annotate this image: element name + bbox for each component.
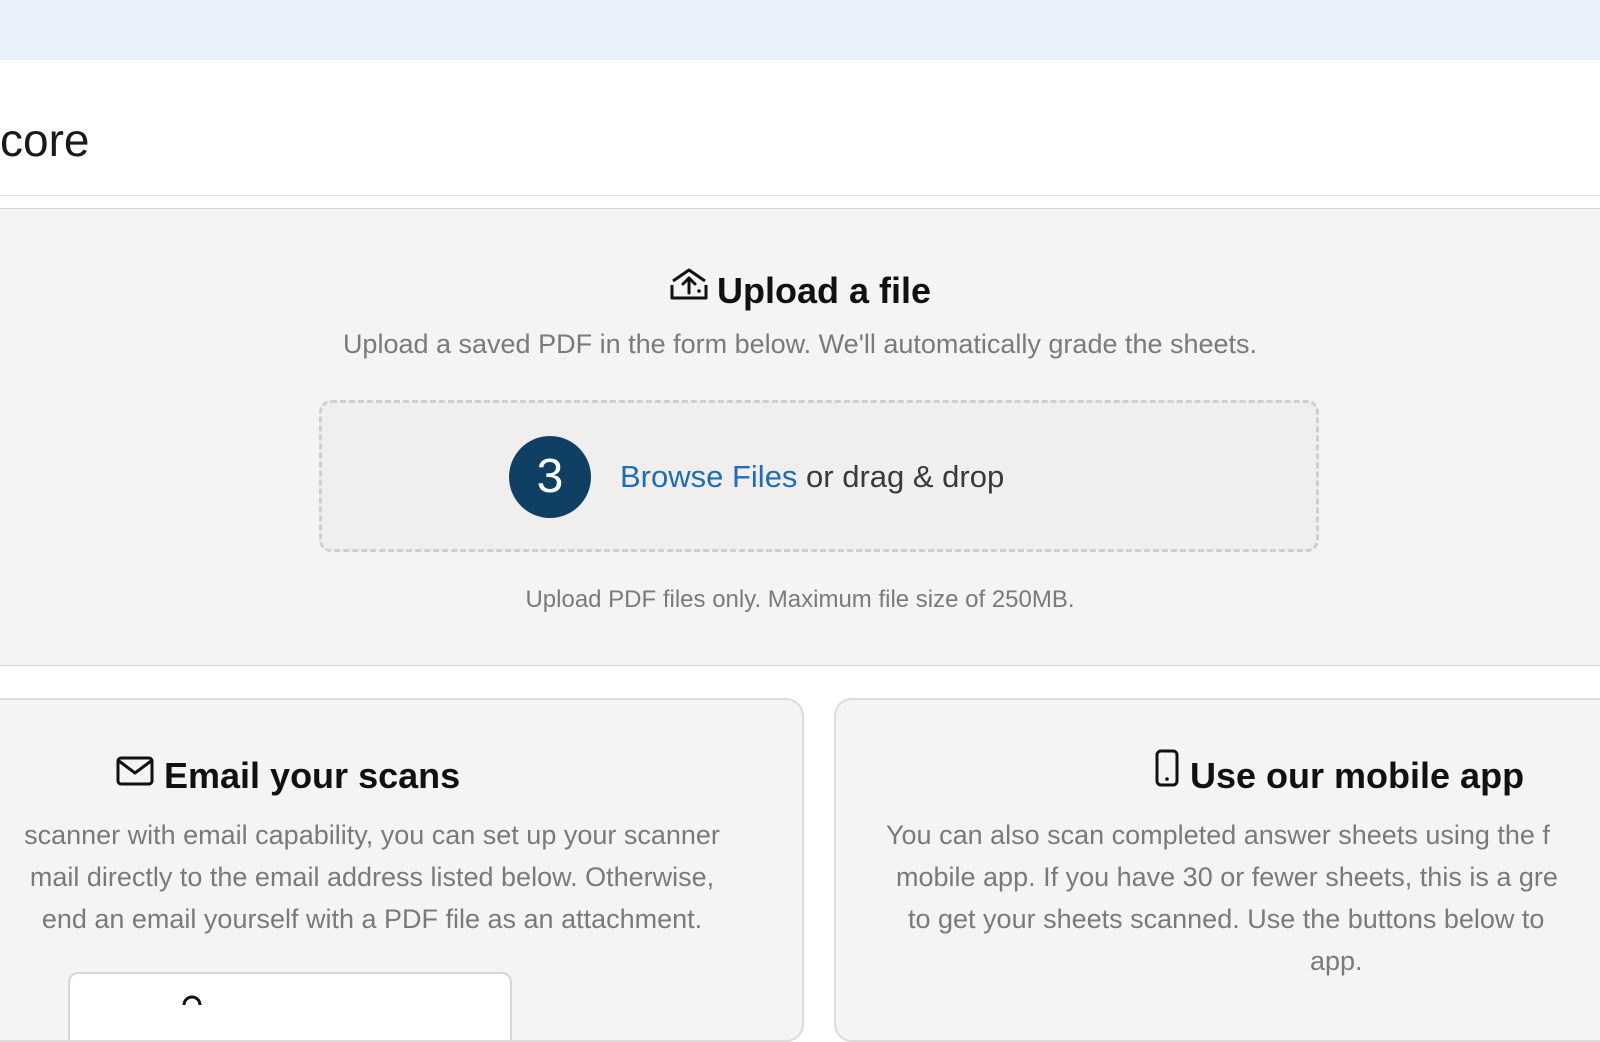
browse-files-link[interactable]: Browse Files [620, 459, 797, 494]
mobile-card-body: You can also scan completed answer sheet… [836, 814, 1600, 982]
phone-icon [1154, 749, 1180, 799]
email-card-line: scanner with email capability, you can s… [24, 820, 720, 850]
email-card: Email your scans scanner with email capa… [0, 698, 804, 1042]
email-address-button[interactable] [68, 972, 512, 1040]
upload-heading-text: Upload a file [716, 270, 932, 311]
mobile-card-line: You can also scan completed answer sheet… [886, 820, 1550, 850]
email-card-line: end an email yourself with a PDF file as… [41, 904, 703, 934]
mobile-card-title: Use our mobile app [1190, 755, 1525, 796]
drag-drop-text: or drag & drop [797, 459, 1005, 494]
upload-icon [669, 265, 709, 313]
mobile-card-line: app. [1310, 946, 1363, 976]
dropzone-text: Browse Files or drag & drop [620, 458, 1004, 496]
upload-description: Upload a saved PDF in the form below. We… [342, 329, 1258, 359]
email-card-body: scanner with email capability, you can s… [0, 814, 772, 940]
page-title: core [0, 114, 90, 166]
mobile-card-line: mobile app. If you have 30 or fewer shee… [896, 862, 1558, 892]
upload-section: Upload a file Upload a saved PDF in the … [0, 208, 1600, 666]
mobile-card-line: to get your sheets scanned. Use the butt… [908, 904, 1545, 934]
envelope-icon [116, 750, 154, 798]
email-card-title: Email your scans [164, 755, 461, 796]
mobile-card: Use our mobile app You can also scan com… [834, 698, 1600, 1042]
email-card-heading: Email your scans [116, 752, 460, 802]
file-dropzone[interactable]: 3 Browse Files or drag & drop [319, 400, 1319, 552]
upload-note: Upload PDF files only. Maximum file size… [525, 586, 1075, 613]
copy-icon [182, 992, 202, 1010]
step-badge: 3 [509, 436, 591, 518]
email-card-line: mail directly to the email address liste… [29, 862, 715, 892]
upload-heading: Upload a file [0, 267, 1600, 317]
top-bar [0, 0, 1600, 60]
mobile-card-heading: Use our mobile app [1154, 749, 1525, 803]
title-row [0, 60, 1600, 196]
